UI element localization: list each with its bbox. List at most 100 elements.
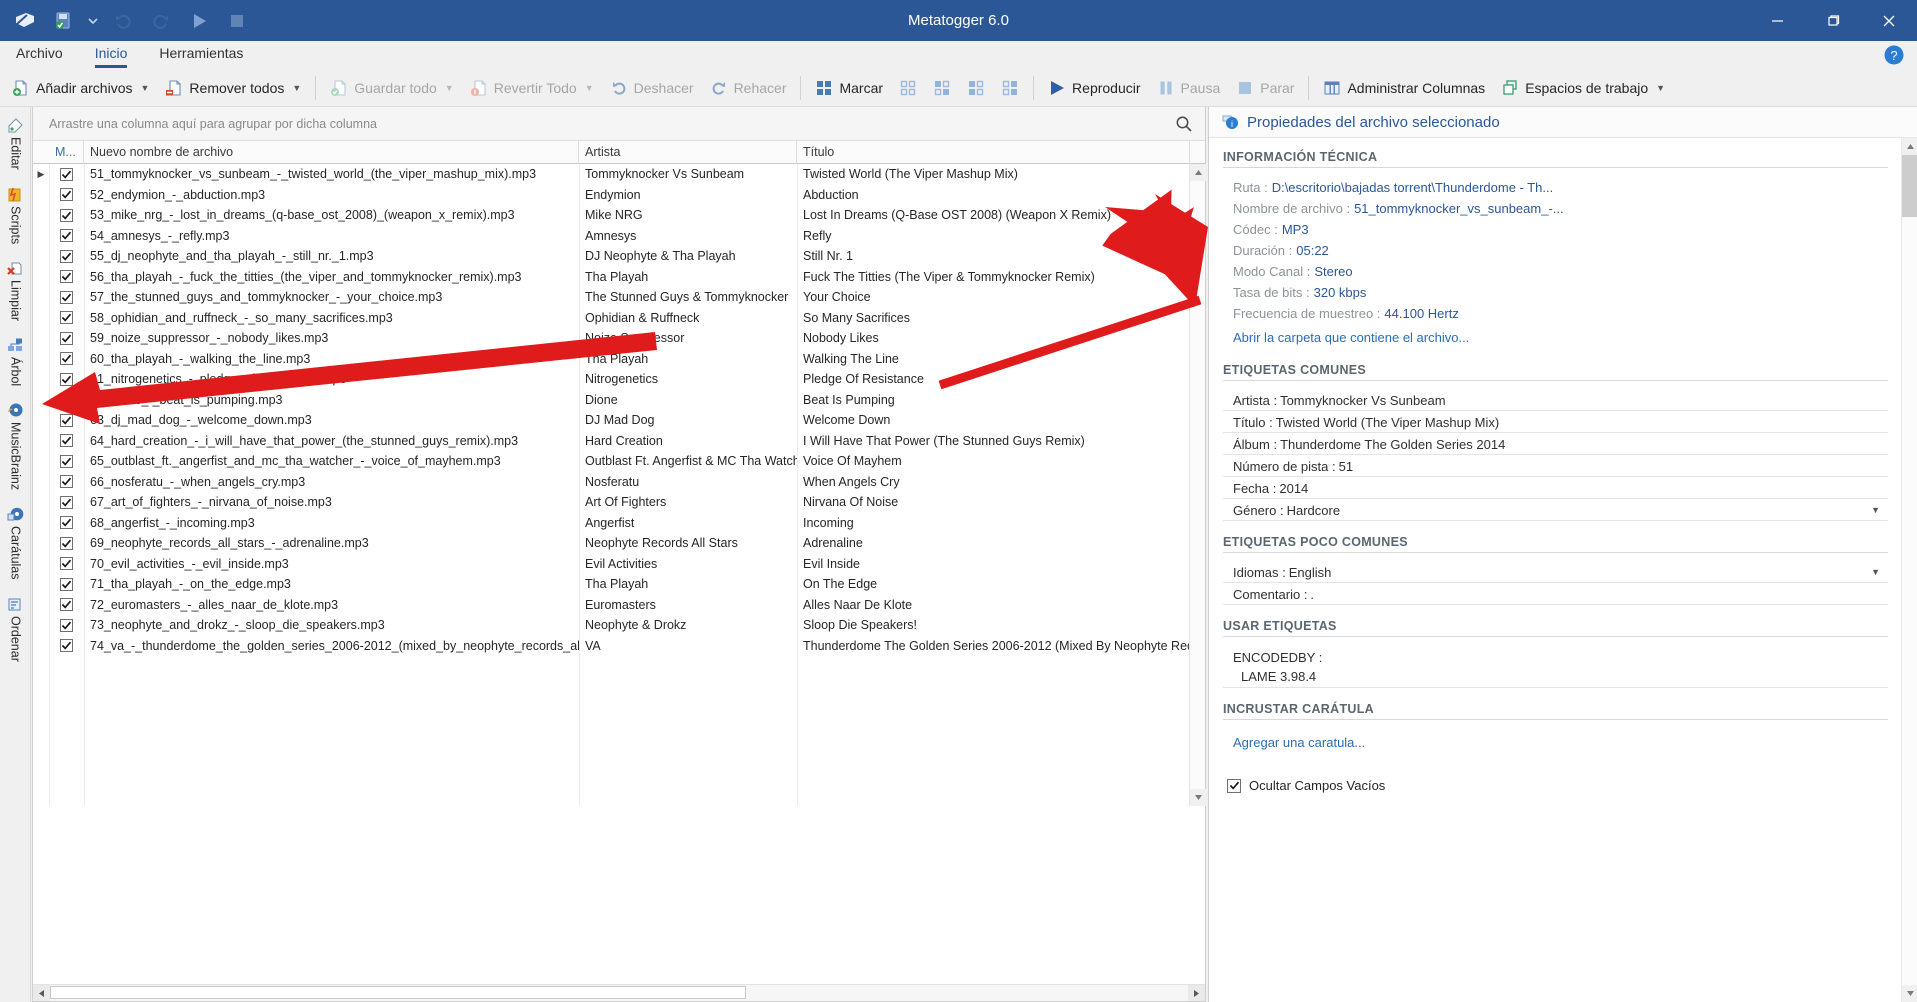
table-row[interactable]: 61_nitrogenetics_-_pledge_of_resistance.… [33,369,1205,390]
table-row[interactable]: 52_endymion_-_abduction.mp3 Endymion Abduc… [33,185,1205,206]
properties-vertical-scrollbar[interactable] [1901,138,1917,1002]
row-checkbox[interactable] [60,618,73,632]
row-checkbox[interactable] [60,495,73,509]
row-checkbox[interactable] [60,516,73,530]
stop-button[interactable]: Parar [1228,72,1302,104]
grid-header-marked[interactable]: M... [49,140,84,164]
tab-inicio[interactable]: Inicio [79,40,144,68]
sidebar-item-arbol[interactable]: Árbol [0,331,31,396]
table-row[interactable]: 73_neophyte_and_drokz_-_sloop_die_speake… [33,615,1205,636]
scroll-up-icon[interactable] [1190,164,1206,181]
scroll-down-icon[interactable] [1902,985,1917,1002]
sidebar-item-caratulas[interactable]: Carátulas [0,500,31,590]
row-checkbox[interactable] [60,413,73,427]
table-row[interactable]: 54_amnesys_-_refly.mp3 Amnesys Refly [33,226,1205,247]
row-marked-cell[interactable] [49,434,84,448]
tag-field-value[interactable]: English [1289,565,1332,580]
row-marked-cell[interactable] [49,372,84,386]
row-marked-cell[interactable] [49,352,84,366]
properties-scroll-thumb[interactable] [1902,155,1917,217]
table-row[interactable]: 71_tha_playah_-_on_the_edge.mp3 Tha Playa… [33,574,1205,595]
row-marked-cell[interactable] [49,495,84,509]
row-checkbox[interactable] [60,352,73,366]
scroll-up-icon[interactable] [1902,138,1917,155]
tag-field[interactable]: Número de pista :51 [1223,456,1888,477]
hide-empty-fields-row[interactable]: Ocultar Campos Vacíos [1223,772,1888,793]
tag-field-value[interactable]: Thunderdome The Golden Series 2014 [1280,437,1505,452]
row-checkbox[interactable] [60,536,73,550]
tag-field[interactable]: Título : Twisted World (The Viper Mashup … [1223,412,1888,433]
row-marked-cell[interactable] [49,557,84,571]
row-checkbox[interactable] [60,393,73,407]
save-all-button[interactable]: Guardar todo ▼ [322,72,461,104]
table-row[interactable]: 55_dj_neophyte_and_tha_playah_-_still_nr… [33,246,1205,267]
table-row[interactable]: 74_va_-_thunderdome_the_golden_series_20… [33,636,1205,657]
row-marked-cell[interactable] [49,536,84,550]
table-row[interactable]: 59_noize_suppressor_-_nobody_likes.mp3 No… [33,328,1205,349]
row-checkbox[interactable] [60,434,73,448]
row-checkbox[interactable] [60,372,73,386]
scroll-right-icon[interactable] [1188,985,1205,1001]
customize-qat-icon[interactable] [82,3,104,39]
chevron-down-icon[interactable]: ▼ [585,83,594,93]
chevron-down-icon[interactable]: ▼ [1871,505,1880,515]
table-row[interactable]: 69_neophyte_records_all_stars_-_adrenali… [33,533,1205,554]
table-row[interactable]: 63_dj_mad_dog_-_welcome_down.mp3 DJ Mad D… [33,410,1205,431]
tag-field[interactable]: Idiomas : English ▼ [1223,562,1888,583]
row-marked-cell[interactable] [49,290,84,304]
chevron-down-icon[interactable]: ▼ [292,83,301,93]
row-marked-cell[interactable] [49,229,84,243]
sidebar-item-ordenar[interactable]: Ordenar [0,590,31,672]
table-row[interactable]: 60_tha_playah_-_walking_the_line.mp3 Tha … [33,349,1205,370]
help-icon[interactable]: ? [1883,44,1905,66]
tab-archivo[interactable]: Archivo [0,40,79,68]
table-row[interactable]: 65_outblast_ft._angerfist_and_mc_tha_wat… [33,451,1205,472]
grid-header-filename[interactable]: Nuevo nombre de archivo [84,140,579,164]
row-marked-cell[interactable] [49,167,84,181]
chevron-down-icon[interactable]: ▼ [445,83,454,93]
row-marked-cell[interactable] [49,639,84,653]
revert-all-button[interactable]: Revertir Todo ▼ [462,72,602,104]
save-all-icon[interactable] [44,3,82,39]
row-marked-cell[interactable] [49,577,84,591]
row-marked-cell[interactable] [49,188,84,202]
workspaces-button[interactable]: Espacios de trabajo ▼ [1493,72,1673,104]
maximize-button[interactable] [1805,0,1861,41]
mark-all-button[interactable]: Marcar [807,72,891,104]
chevron-down-icon[interactable]: ▼ [1871,567,1880,577]
row-marked-cell[interactable] [49,311,84,325]
row-checkbox[interactable] [60,167,73,181]
row-checkbox[interactable] [60,270,73,284]
remove-all-button[interactable]: Remover todos ▼ [157,72,309,104]
search-icon[interactable] [1175,115,1193,133]
row-marked-cell[interactable] [49,618,84,632]
grid-hscroll-track[interactable] [50,985,1188,1001]
table-row[interactable]: 53_mike_nrg_-_lost_in_dreams_(q-base_ost… [33,205,1205,226]
table-row[interactable]: 56_tha_playah_-_fuck_the_titties_(the_vi… [33,267,1205,288]
add-cover-link[interactable]: Agregar una caratula... [1223,729,1888,754]
row-checkbox[interactable] [60,208,73,222]
row-marked-cell[interactable] [49,393,84,407]
tag-field-value[interactable]: Tommyknocker Vs Sunbeam [1280,393,1445,408]
row-checkbox[interactable] [60,577,73,591]
sidebar-item-scripts[interactable]: Scripts [0,180,31,254]
scroll-down-icon[interactable] [1190,789,1206,806]
table-row[interactable]: 72_euromasters_-_alles_naar_de_klote.mp3… [33,595,1205,616]
sidebar-item-limpiar[interactable]: Limpiar [0,254,31,331]
unmark-all-button[interactable] [891,72,925,104]
row-marked-cell[interactable] [49,249,84,263]
add-files-button[interactable]: Añadir archivos ▼ [4,72,157,104]
row-checkbox[interactable] [60,475,73,489]
tag-field-value[interactable]: Hardcore [1287,503,1340,518]
row-checkbox[interactable] [60,188,73,202]
row-marked-cell[interactable] [49,598,84,612]
row-marked-cell[interactable] [49,516,84,530]
table-row[interactable]: 64_hard_creation_-_i_will_have_that_powe… [33,431,1205,452]
row-checkbox[interactable] [60,639,73,653]
manage-columns-button[interactable]: Administrar Columnas [1315,72,1493,104]
tag-field-value[interactable]: . [1310,587,1314,602]
row-marked-cell[interactable] [49,475,84,489]
mark-selection-button[interactable] [959,72,993,104]
hide-empty-fields-checkbox[interactable] [1227,778,1241,793]
play-icon[interactable] [180,3,218,39]
